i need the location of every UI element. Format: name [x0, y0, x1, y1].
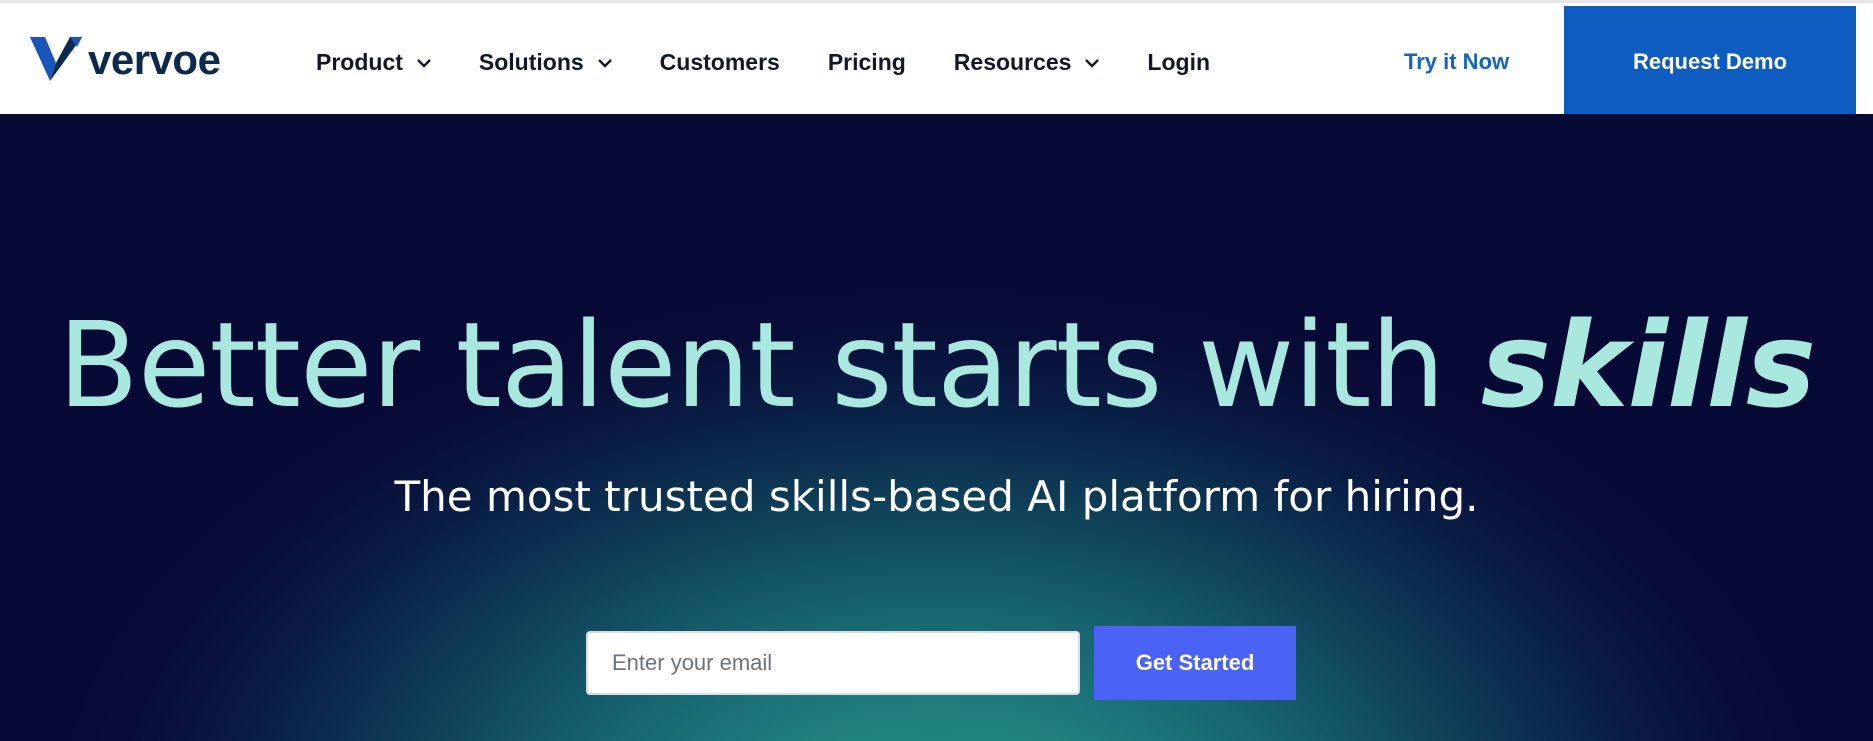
nav-item-label: Pricing — [827, 49, 906, 75]
vervoe-v-icon — [30, 37, 82, 81]
get-started-button[interactable]: Get Started — [1094, 626, 1296, 700]
nav-item-label: Customers — [659, 49, 780, 75]
nav-item-resources[interactable]: Resources — [954, 49, 1100, 76]
nav-item-login[interactable]: Login — [1147, 49, 1210, 76]
site-header: vervoe Product Solutions Customers Prici… — [0, 3, 1873, 117]
logo[interactable]: vervoe — [30, 36, 221, 83]
logo-text: vervoe — [88, 36, 221, 83]
chevron-down-icon — [417, 58, 431, 68]
nav-item-label: Solutions — [478, 49, 584, 75]
request-demo-button[interactable]: Request Demo — [1564, 6, 1856, 117]
email-input[interactable] — [586, 631, 1080, 695]
hero-title-main: Better talent starts with — [57, 296, 1481, 434]
try-it-now-link[interactable]: Try it Now — [1404, 49, 1509, 75]
hero-title: Better talent starts with skills — [0, 306, 1873, 424]
nav-item-label: Login — [1147, 49, 1211, 75]
main-nav: Product Solutions Customers Pricing Reso… — [316, 49, 1258, 76]
signup-form: Get Started — [586, 626, 1296, 700]
hero-title-emphasis: skills — [1480, 296, 1816, 434]
nav-item-product[interactable]: Product — [316, 49, 431, 76]
chevron-down-icon — [597, 58, 612, 68]
nav-item-solutions[interactable]: Solutions — [479, 49, 612, 76]
nav-item-label: Product — [316, 49, 403, 75]
nav-item-label: Resources — [953, 49, 1072, 75]
nav-item-customers[interactable]: Customers — [660, 49, 780, 76]
nav-item-pricing[interactable]: Pricing — [828, 49, 906, 76]
hero-subtitle: The most trusted skills-based AI platfor… — [394, 472, 1479, 521]
hero-section: Better talent starts with skills The mos… — [0, 114, 1873, 741]
chevron-down-icon — [1085, 58, 1100, 68]
